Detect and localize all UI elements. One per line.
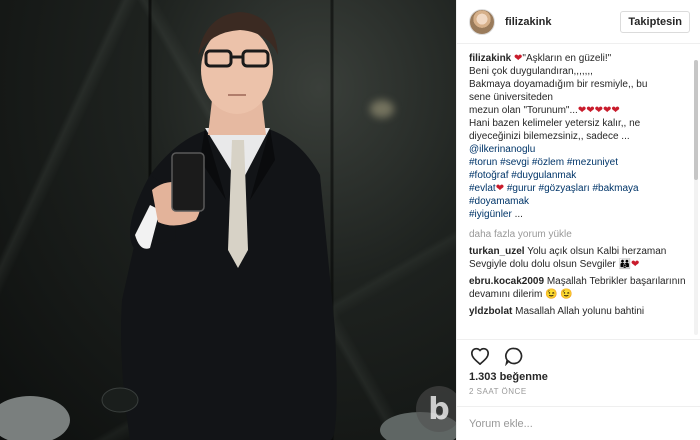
add-comment-input[interactable] <box>469 417 688 430</box>
load-more-comments-link[interactable]: daha fazla yorum yükle <box>469 228 688 241</box>
heart-emoji-icon: ❤ <box>611 105 620 116</box>
caption-text: sene üniversiteden <box>469 92 553 103</box>
caption-line: #fotoğraf #duygulanmak <box>469 169 688 182</box>
action-bar <box>457 339 700 371</box>
comment-input-box <box>457 406 700 440</box>
hashtag-link[interactable]: #gurur <box>507 183 536 194</box>
heart-emoji-icon: ❤ <box>594 105 603 116</box>
hashtag-link[interactable]: #mezuniyet <box>567 157 618 168</box>
comment-username[interactable]: turkan_uzel <box>469 246 525 257</box>
post-photo[interactable]: b <box>0 0 456 440</box>
heart-emoji-icon: ❤ <box>631 259 640 270</box>
post-header: filizakink Takiptesin <box>457 0 700 44</box>
caption-line: #torun #sevgi #özlem #mezuniyet <box>469 156 688 169</box>
hashtag-link[interactable]: #evlat <box>469 183 496 194</box>
hashtag-link[interactable]: #fotoğraf <box>469 170 508 181</box>
comment-bubble-icon[interactable] <box>503 345 525 367</box>
caption-text: mezun olan "Torunum"... <box>469 105 578 116</box>
comment-username[interactable]: ebru.kocak2009 <box>469 276 544 287</box>
avatar[interactable] <box>469 8 495 35</box>
heart-emoji-icon: ❤ <box>586 105 595 116</box>
caption-text: Beni çok duygulandıran,,,,,,, <box>469 66 593 77</box>
like-count[interactable]: 1.303 beğenme <box>457 371 700 383</box>
heart-emoji-icon: ❤ <box>577 105 587 116</box>
hashtag-link[interactable]: #bakmaya <box>592 183 638 194</box>
hashtag-link[interactable]: #özlem <box>532 157 564 168</box>
hashtag-link[interactable]: #iyigünler <box>469 209 512 220</box>
scrollbar-thumb[interactable] <box>694 60 698 180</box>
caption-line: @ilkerinanoglu <box>469 143 688 156</box>
caption-line: sene üniversiteden <box>469 91 688 104</box>
following-button[interactable]: Takiptesin <box>620 10 690 33</box>
heart-emoji-icon: ❤ <box>495 183 505 194</box>
comments-area: filizakink ❤"Aşkların en güzeli!" Beni ço… <box>457 44 700 339</box>
comments-scrollbar[interactable] <box>694 60 698 335</box>
caption-username[interactable]: filizakink <box>469 53 511 64</box>
caption-text: diyeceğinizi bilemezsiniz,, sadece ... <box>469 131 630 142</box>
caption-line: Beni çok duygulandıran,,,,,,, <box>469 65 688 78</box>
hashtag-link[interactable]: #gözyaşları <box>539 183 590 194</box>
caption: filizakink ❤"Aşkların en güzeli!" Beni ço… <box>469 52 688 221</box>
caption-text: "Aşkların en güzeli!" <box>522 53 612 64</box>
man-in-suit-selfie <box>0 12 456 440</box>
caption-text: Bakmaya doyamadığım bir resmiyle,, bu <box>469 79 648 90</box>
caption-line: diyeceğinizi bilemezsiniz,, sadece ... <box>469 130 688 143</box>
header-username[interactable]: filizakink <box>505 16 620 28</box>
hashtag-link[interactable]: #sevgi <box>500 157 529 168</box>
caption-line: mezun olan "Torunum"...❤❤❤❤❤ <box>469 104 688 117</box>
post-time[interactable]: 2 SAAT ÖNCE <box>457 383 700 396</box>
comment-item: yldzbolat Masallah Allah yolunu bahtini <box>469 305 688 318</box>
comment-item: ebru.kocak2009 Maşallah Tebrikler başarı… <box>469 275 688 301</box>
family-emoji-icon: 👪 <box>615 259 631 270</box>
instagram-post: b filizakink Takiptesin filizakink ❤"Aşk… <box>0 0 700 440</box>
post-sidebar: filizakink Takiptesin filizakink ❤"Aşkla… <box>456 0 700 440</box>
hashtag-link[interactable]: #doyamamak <box>469 196 529 207</box>
caption-line: Hani bazen kelimeler yetersiz kalır,, ne <box>469 117 688 130</box>
comment-text: Masallah Allah yolunu bahtini <box>515 306 645 317</box>
caption-line: #doyamamak <box>469 195 688 208</box>
caption-text: Hani bazen kelimeler yetersiz kalır,, ne <box>469 118 641 129</box>
heart-outline-icon[interactable] <box>469 345 491 367</box>
caption-line: filizakink ❤"Aşkların en güzeli!" <box>469 52 688 65</box>
caption-line: #evlat❤ #gurur #gözyaşları #bakmaya <box>469 182 688 195</box>
comment-list: turkan_uzel Yolu açık olsun Kalbi herzam… <box>469 245 688 318</box>
hashtag-link[interactable]: #duygulanmak <box>511 170 576 181</box>
caption-line: Bakmaya doyamadığım bir resmiyle,, bu <box>469 78 688 91</box>
mention-link[interactable]: @ilkerinanoglu <box>469 144 535 155</box>
ellipsis: ... <box>514 209 523 220</box>
comment-item: turkan_uzel Yolu açık olsun Kalbi herzam… <box>469 245 688 271</box>
caption-line: #iyigünler ... <box>469 208 688 221</box>
watermark-logo: b <box>416 386 456 432</box>
hashtag-link[interactable]: #torun <box>469 157 497 168</box>
comment-username[interactable]: yldzbolat <box>469 306 512 317</box>
